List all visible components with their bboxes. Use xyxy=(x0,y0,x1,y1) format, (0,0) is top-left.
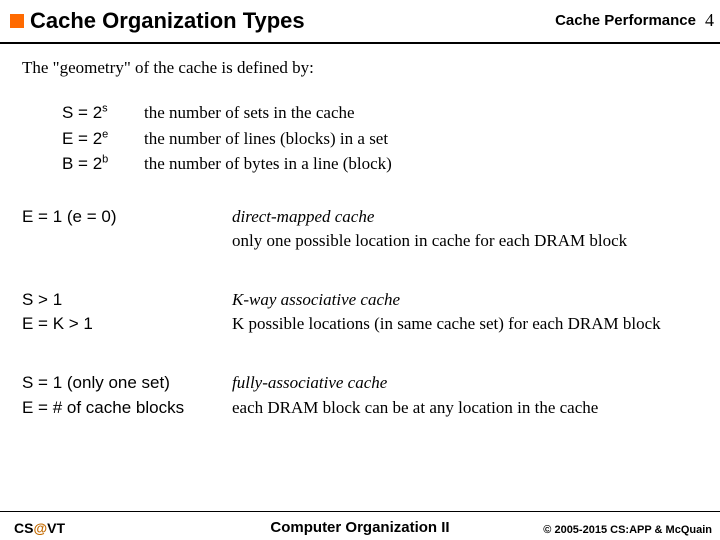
cond-line: S = 1 (only one set) xyxy=(22,371,222,396)
footer-right: © 2005-2015 CS:APP & McQuain xyxy=(543,524,712,536)
geom-base: E = 2 xyxy=(62,129,102,148)
geom-sup: s xyxy=(102,102,108,114)
geom-sup: b xyxy=(102,153,108,165)
slide-body: The "geometry" of the cache is defined b… xyxy=(22,58,710,420)
slide-title: Cache Organization Types xyxy=(30,8,305,34)
type-detail: each DRAM block can be at any location i… xyxy=(232,396,710,421)
type-description: direct-mapped cache only one possible lo… xyxy=(232,205,710,254)
geom-desc: the number of sets in the cache xyxy=(144,100,355,126)
geom-row: B = 2b the number of bytes in a line (bl… xyxy=(62,151,710,177)
geom-symbol: E = 2e xyxy=(62,126,144,152)
header: Cache Organization Types Cache Performan… xyxy=(0,0,720,44)
type-row: S > 1 E = K > 1 K-way associative cache … xyxy=(22,288,710,337)
geom-base: B = 2 xyxy=(62,154,102,173)
title-bullet-icon xyxy=(10,14,24,28)
geom-sup: e xyxy=(102,128,108,140)
type-name: K-way associative cache xyxy=(232,288,710,313)
geom-symbol: S = 2s xyxy=(62,100,144,126)
section-tag: Cache Performance xyxy=(555,12,696,29)
intro-text: The "geometry" of the cache is defined b… xyxy=(22,58,710,78)
cond-line: E = 1 (e = 0) xyxy=(22,205,222,230)
header-divider xyxy=(0,42,720,44)
cond-line: E = # of cache blocks xyxy=(22,396,222,421)
type-name: fully-associative cache xyxy=(232,371,710,396)
cond-line: S > 1 xyxy=(22,288,222,313)
cond-line: E = K > 1 xyxy=(22,312,222,337)
slide: Cache Organization Types Cache Performan… xyxy=(0,0,720,540)
footer: CS@VT Computer Organization II © 2005-20… xyxy=(0,511,720,540)
type-description: K-way associative cache K possible locat… xyxy=(232,288,710,337)
type-row: S = 1 (only one set) E = # of cache bloc… xyxy=(22,371,710,420)
geom-desc: the number of bytes in a line (block) xyxy=(144,151,392,177)
page-number: 4 xyxy=(705,10,714,31)
type-name: direct-mapped cache xyxy=(232,205,710,230)
type-row: E = 1 (e = 0) direct-mapped cache only o… xyxy=(22,205,710,254)
geom-desc: the number of lines (blocks) in a set xyxy=(144,126,388,152)
type-description: fully-associative cache each DRAM block … xyxy=(232,371,710,420)
type-condition: S > 1 E = K > 1 xyxy=(22,288,232,337)
geom-base: S = 2 xyxy=(62,103,102,122)
geom-row: S = 2s the number of sets in the cache xyxy=(62,100,710,126)
type-condition: S = 1 (only one set) E = # of cache bloc… xyxy=(22,371,232,420)
type-detail: only one possible location in cache for … xyxy=(232,229,710,254)
geometry-list: S = 2s the number of sets in the cache E… xyxy=(62,100,710,177)
cache-types: E = 1 (e = 0) direct-mapped cache only o… xyxy=(22,205,710,421)
geom-symbol: B = 2b xyxy=(62,151,144,177)
geom-row: E = 2e the number of lines (blocks) in a… xyxy=(62,126,710,152)
type-detail: K possible locations (in same cache set)… xyxy=(232,312,710,337)
type-condition: E = 1 (e = 0) xyxy=(22,205,232,254)
